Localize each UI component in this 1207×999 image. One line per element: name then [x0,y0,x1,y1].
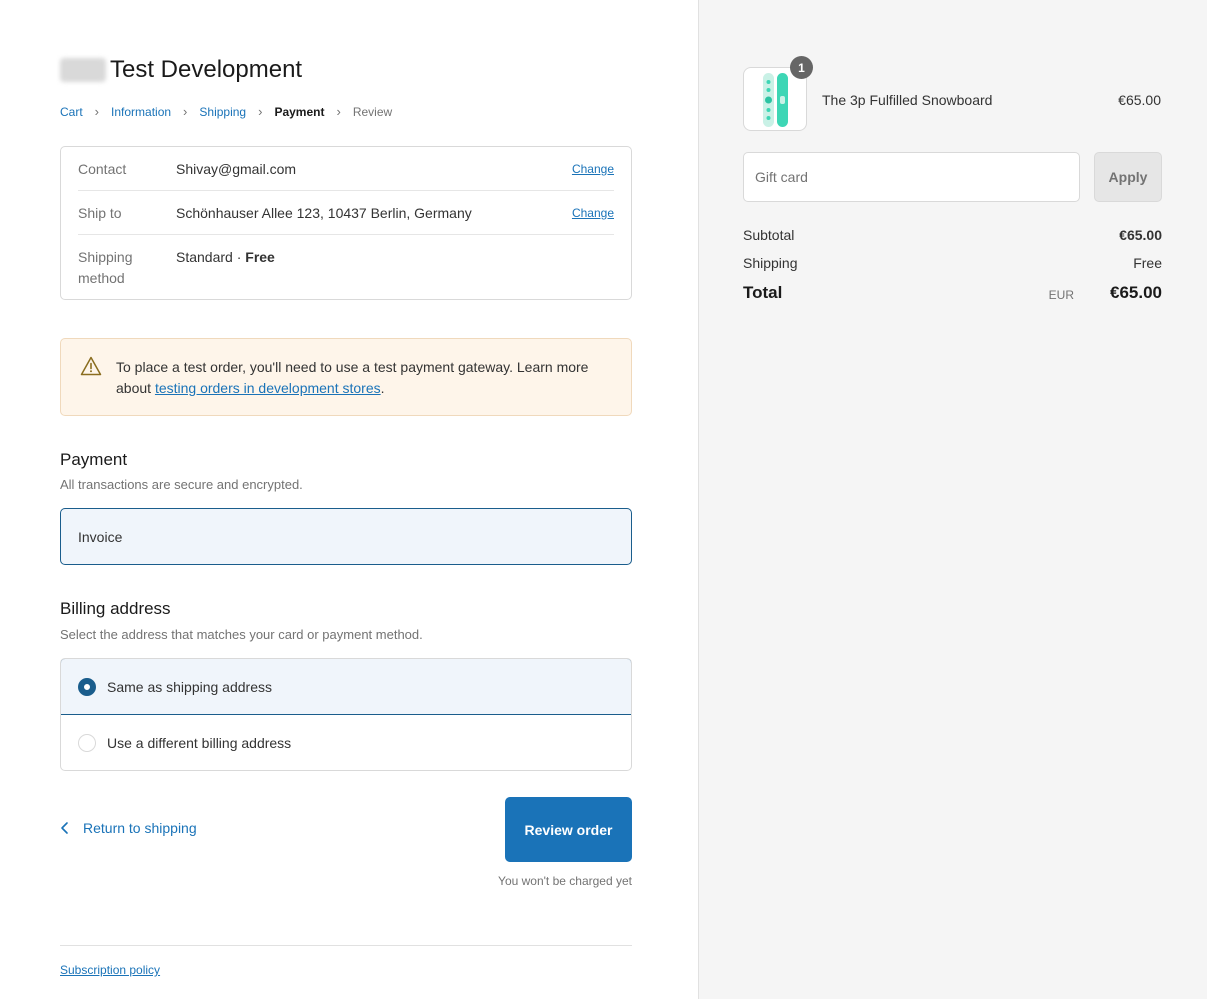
radio-unselected[interactable] [78,734,96,752]
gift-card-input[interactable] [743,152,1080,202]
divider [78,234,614,235]
subtotal-value: €65.00 [1119,227,1162,243]
chevron-right-icon: › [94,104,100,119]
divider [78,190,614,191]
apply-gift-card-button[interactable]: Apply [1094,152,1162,202]
shipping-method-value: Standard · Free [176,247,275,268]
change-contact-link[interactable]: Change [572,159,614,180]
shipping-method-label: Shipping method [78,249,133,286]
radio-selected[interactable] [78,678,96,696]
breadcrumb-shipping[interactable]: Shipping [199,105,246,119]
billing-options: Use a different billing address Same as … [60,658,632,771]
ship-to-label: Ship to [78,205,122,221]
checkout-main: Test Development Cart › Information › Sh… [0,0,698,999]
total-value: €65.00 [1110,283,1162,302]
notice-suffix: . [380,380,385,396]
ship-to-value: Schönhauser Allee 123, 10437 Berlin, Ger… [176,205,472,221]
billing-option-label: Same as shipping address [107,679,272,695]
payment-title: Payment [60,450,128,469]
breadcrumb-information[interactable]: Information [111,105,171,119]
return-to-shipping-link[interactable]: Return to shipping [60,820,197,836]
subtotal-label: Subtotal [743,227,795,243]
billing-subtitle: Select the address that matches your car… [60,627,423,642]
total-row: Total EUR €65.00 [743,283,1162,303]
shipping-label: Shipping [743,255,798,271]
contact-value: Shivay@gmail.com [176,161,297,177]
total-label: Total [743,283,783,302]
breadcrumb: Cart › Information › Shipping › Payment … [60,104,392,119]
notice-text: To place a test order, you'll need to us… [116,357,601,399]
billing-option-same[interactable]: Same as shipping address [61,659,631,715]
quantity-badge: 1 [790,56,813,79]
payment-method-invoice[interactable]: Invoice [60,508,632,565]
contact-label: Contact [78,161,127,177]
store-title: Test Development [110,56,303,83]
shipping-method-price: Free [245,249,275,265]
billing-option-different[interactable]: Use a different billing address [61,715,631,770]
charged-note: You won't be charged yet [498,874,632,888]
breadcrumb-review: Review [352,104,393,119]
review-row-shipping-method: Shipping method Standard · Free [78,247,614,291]
test-order-notice: To place a test order, you'll need to us… [60,338,632,416]
shipping-method-name: Standard · [176,249,246,265]
billing-title: Billing address [60,599,171,618]
total-currency: EUR [1048,288,1074,302]
return-label: Return to shipping [83,820,197,836]
warning-icon [80,356,102,376]
chevron-right-icon: › [336,104,341,119]
store-header: Test Development [60,56,302,84]
review-summary-box: Contact Shivay@gmail.com Change Ship to … [60,146,632,300]
shipping-value: Free [1133,255,1162,271]
testing-orders-link[interactable]: testing orders in development stores [155,380,381,396]
footer-divider [60,945,632,946]
review-row-ship-to: Ship to Schönhauser Allee 123, 10437 Ber… [78,203,614,225]
review-order-button[interactable]: Review order [505,797,632,862]
review-row-contact: Contact Shivay@gmail.com Change [78,159,614,181]
chevron-left-icon [61,822,68,834]
payment-subtitle: All transactions are secure and encrypte… [60,477,303,492]
shipping-row: Shipping Free [743,255,1162,271]
payment-method-label: Invoice [78,529,123,545]
billing-option-label: Use a different billing address [107,735,292,751]
breadcrumb-cart[interactable]: Cart [60,105,83,119]
store-logo [60,58,106,82]
breadcrumb-payment: Payment [274,104,325,119]
subscription-policy-link[interactable]: Subscription policy [60,963,160,977]
chevron-right-icon: › [183,104,188,119]
product-name: The 3p Fulfilled Snowboard [822,92,993,108]
product-price: €65.00 [1118,92,1161,108]
change-ship-to-link[interactable]: Change [572,203,614,224]
chevron-right-icon: › [258,104,263,119]
subtotal-row: Subtotal €65.00 [743,227,1162,243]
order-summary: 1 The 3p Fulfilled Snowboard €65.00 Appl… [698,0,1207,999]
